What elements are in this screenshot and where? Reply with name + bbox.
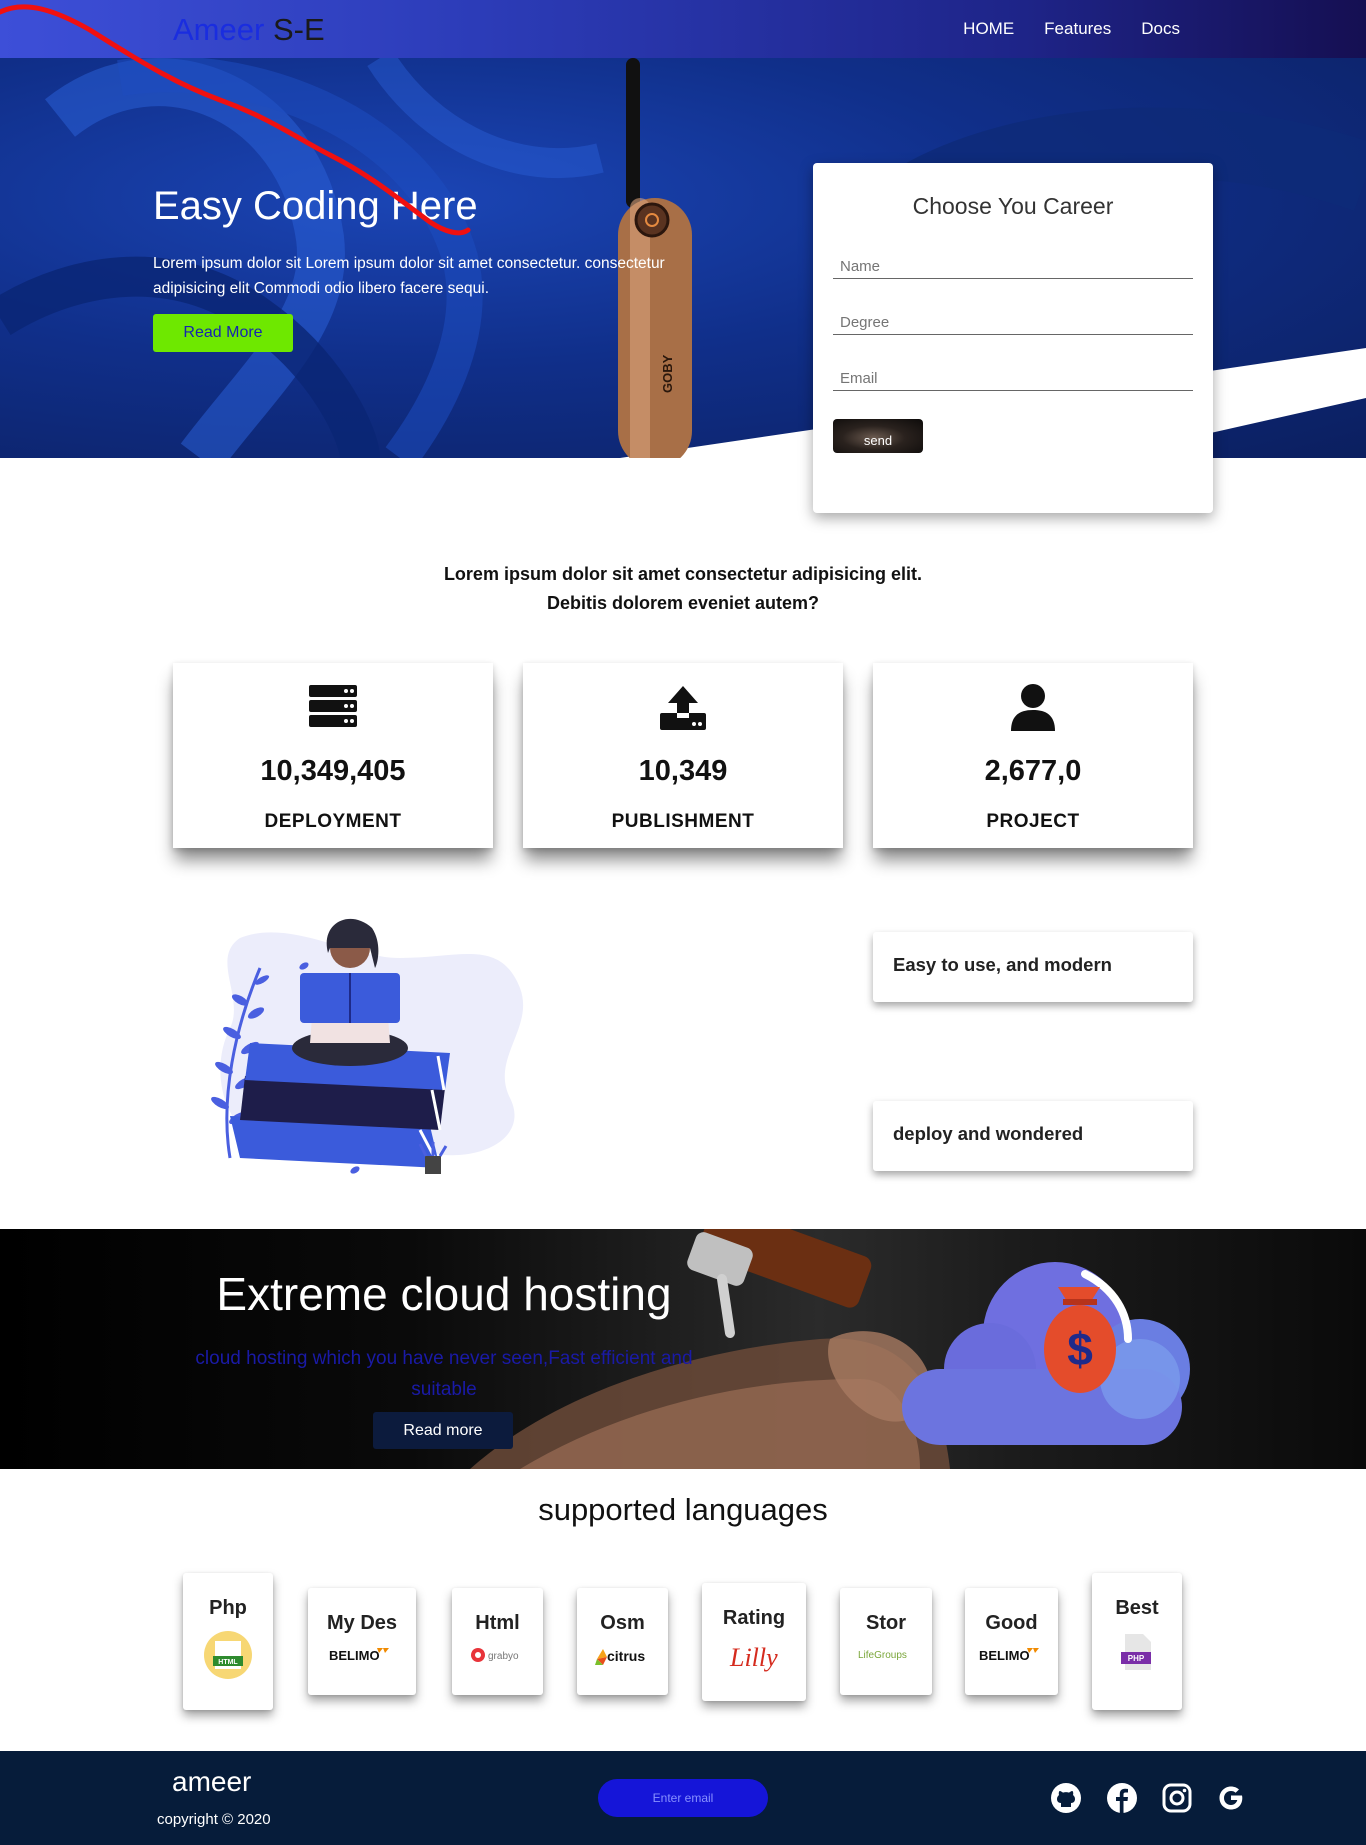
language-card[interactable]: Stor LifeGroups <box>840 1588 932 1695</box>
logo-text: Lilly <box>729 1643 778 1672</box>
belimo-logo-icon: BELIMO <box>979 1648 1039 1663</box>
language-name: Best <box>1115 1597 1159 1619</box>
nav-link-features[interactable]: Features <box>1044 19 1111 39</box>
language-name: Rating <box>722 1607 786 1629</box>
stat-label: DEPLOYMENT <box>264 811 402 832</box>
grabyo-logo-icon: grabyo <box>470 1648 519 1662</box>
stat-label: PROJECT <box>986 811 1080 832</box>
feature-card-deploy: deploy and wondered <box>873 1101 1193 1171</box>
career-form-card: Choose You Career send <box>813 163 1213 513</box>
footer-email-input[interactable] <box>598 1779 768 1817</box>
degree-field[interactable] <box>833 301 1193 335</box>
language-name: Osm <box>600 1612 645 1634</box>
dollar-icon: $ <box>1067 1323 1093 1375</box>
language-name: Stor <box>866 1612 906 1634</box>
stat-label: PUBLISHMENT <box>611 811 755 832</box>
stat-value: 10,349,405 <box>260 755 406 787</box>
reading-woman-illustration <box>211 918 524 1174</box>
user-icon <box>1011 684 1055 731</box>
language-card[interactable]: Rating Lilly <box>702 1583 806 1701</box>
logo-text: BELIMO <box>329 1648 380 1663</box>
logo-text: HTML <box>218 1659 238 1666</box>
google-icon[interactable] <box>1215 1782 1247 1814</box>
upload-icon <box>660 686 706 730</box>
email-field[interactable] <box>833 357 1193 391</box>
footer: ameer copyright © 2020 <box>0 1751 1366 1845</box>
stat-card-project: 2,677,0 PROJECT <box>873 663 1193 848</box>
stat-value: 2,677,0 <box>984 755 1082 787</box>
language-name: My Des <box>326 1612 398 1634</box>
logo-text: PHP <box>1128 1654 1145 1663</box>
name-field[interactable] <box>833 245 1193 279</box>
nav-links: HOME Features Docs <box>963 19 1180 39</box>
footer-brand: ameer <box>172 1766 252 1797</box>
send-button[interactable]: send <box>833 419 923 453</box>
intro-line-1: Lorem ipsum dolor sit amet consectetur a… <box>443 564 923 584</box>
nav-link-docs[interactable]: Docs <box>1141 19 1180 39</box>
github-icon[interactable] <box>1050 1782 1082 1814</box>
language-card[interactable]: My Des BELIMO <box>308 1588 416 1695</box>
server-icon <box>309 685 357 727</box>
belimo-logo-icon: BELIMO <box>329 1648 389 1663</box>
citrus-logo-icon: citrus <box>594 1648 645 1665</box>
nav-link-home[interactable]: HOME <box>963 19 1014 39</box>
logo-text: grabyo <box>488 1651 519 1662</box>
language-card[interactable]: Html grabyo <box>452 1588 543 1695</box>
banner-title: Extreme cloud hosting <box>216 1268 672 1320</box>
red-annotation-stroke <box>0 4 471 236</box>
intro-text: Lorem ipsum dolor sit amet consectetur a… <box>383 560 983 618</box>
logo-text: LifeGroups <box>858 1650 907 1661</box>
intro-line-2: Debitis dolorem eveniet autem? <box>546 593 820 613</box>
language-name: Html <box>475 1612 520 1634</box>
language-card[interactable]: Good BELIMO <box>965 1588 1058 1695</box>
instagram-icon[interactable] <box>1161 1782 1193 1814</box>
banner-read-more-button[interactable]: Read more <box>373 1412 513 1449</box>
product-brand-label: GOBY <box>660 354 675 393</box>
stat-value: 10,349 <box>638 755 728 787</box>
logo-text: BELIMO <box>979 1648 1030 1663</box>
lifegroups-logo-icon: LifeGroups <box>858 1650 907 1661</box>
html-logo-icon: HTML <box>204 1631 252 1679</box>
language-name: Php <box>209 1597 247 1619</box>
logo-text: citrus <box>607 1648 645 1664</box>
cloud-hosting-banner: $ Extreme cloud hosting cloud hosting wh… <box>0 1229 1366 1469</box>
languages-title: supported languages <box>538 1492 828 1527</box>
stat-card-publishment: 10,349 PUBLISHMENT <box>523 663 843 848</box>
footer-copyright: copyright © 2020 <box>157 1811 271 1828</box>
php-file-icon: PHP <box>1121 1634 1151 1670</box>
language-card[interactable]: Best PHP <box>1092 1573 1182 1710</box>
hero-read-more-button[interactable]: Read More <box>153 314 293 352</box>
career-form-title: Choose You Career <box>912 193 1114 219</box>
facebook-icon[interactable] <box>1106 1782 1138 1814</box>
banner-description: cloud hosting which you have never seen,… <box>195 1348 693 1400</box>
lilly-logo-icon: Lilly <box>729 1643 778 1672</box>
language-name: Good <box>985 1612 1038 1634</box>
stat-card-deployment: 10,349,405 DEPLOYMENT <box>173 663 493 848</box>
language-card[interactable]: Php HTML <box>183 1573 273 1710</box>
language-card[interactable]: Osm citrus <box>577 1588 668 1695</box>
feature-card-modern: Easy to use, and modern <box>873 932 1193 1002</box>
